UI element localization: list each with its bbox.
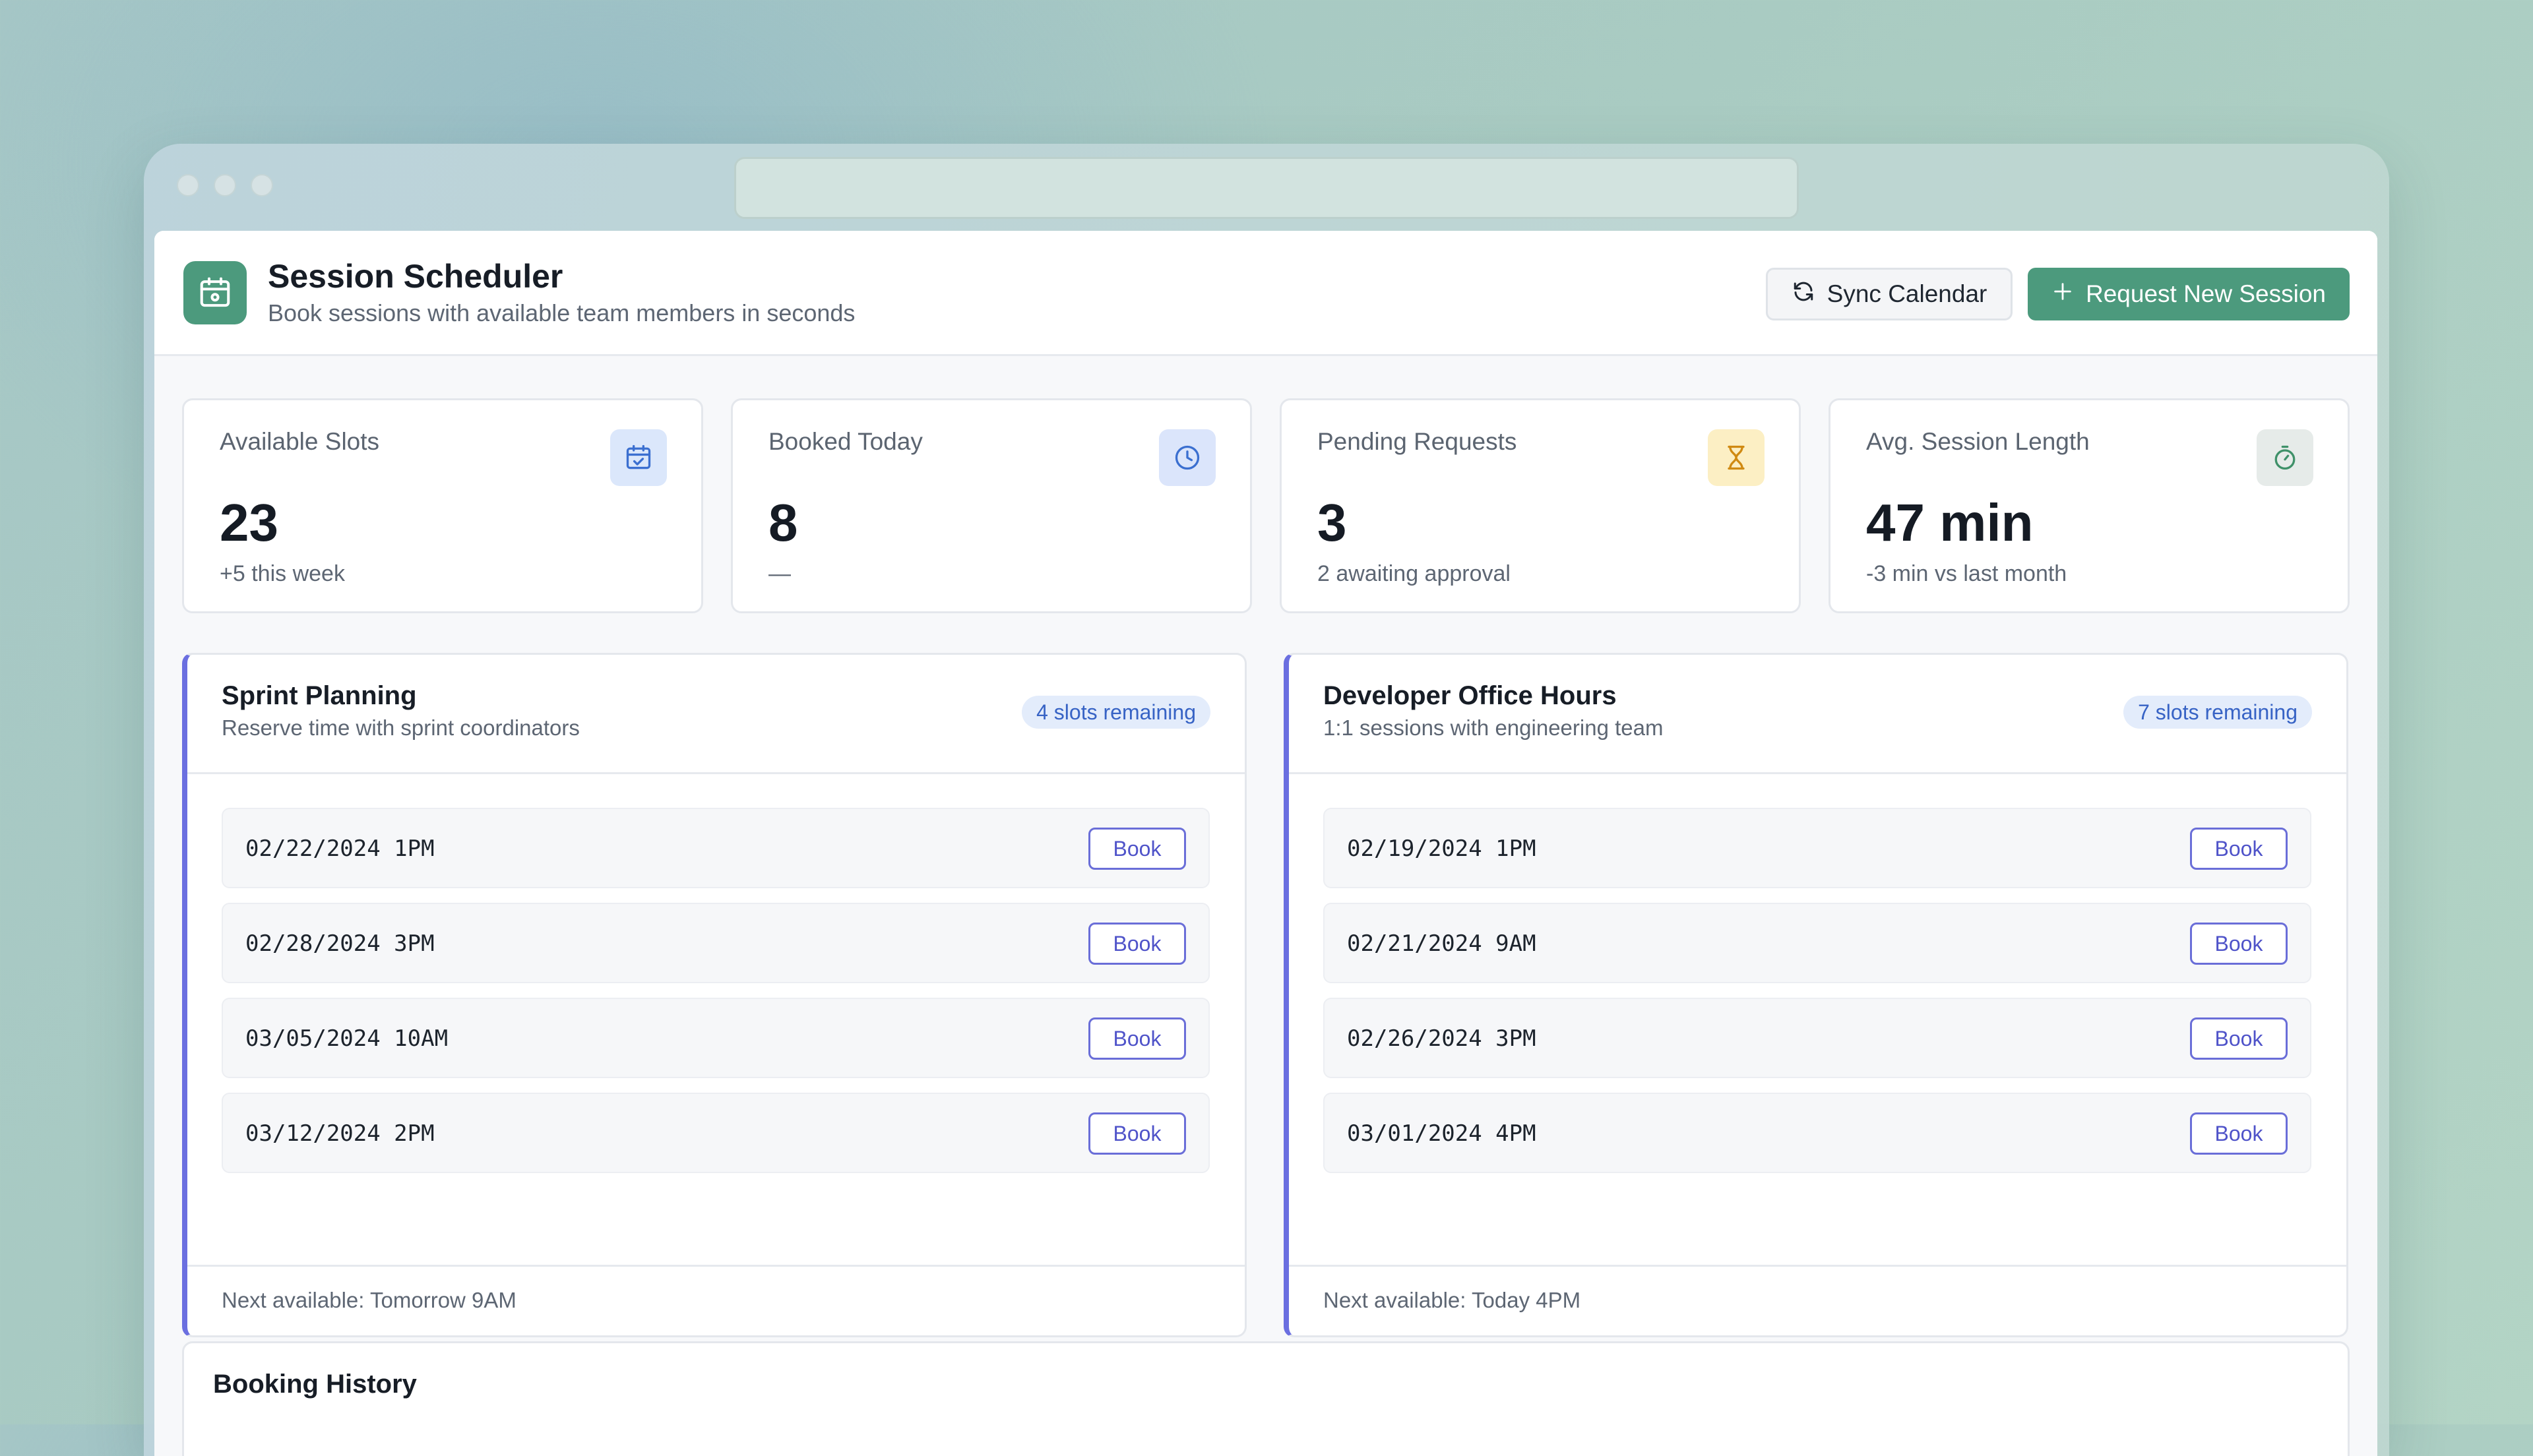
calendar-check-icon xyxy=(610,429,667,486)
stat-label: Pending Requests xyxy=(1317,428,1517,455)
session-card-sprint-planning: Sprint Planning Reserve time with sprint… xyxy=(182,653,1247,1337)
address-bar[interactable] xyxy=(734,157,1799,219)
slot-datetime: 03/12/2024 2PM xyxy=(245,1120,435,1147)
stat-subtext: 2 awaiting approval xyxy=(1317,561,1511,586)
session-card-footer: Next available: Tomorrow 9AM xyxy=(187,1265,1245,1335)
booking-history-title: Booking History xyxy=(213,1370,417,1399)
stat-subtext: -3 min vs last month xyxy=(1866,561,2067,586)
page-subtitle: Book sessions with available team member… xyxy=(268,299,856,326)
stat-subtext: +5 this week xyxy=(220,561,345,586)
plus-icon xyxy=(2051,280,2074,309)
sync-calendar-label: Sync Calendar xyxy=(1827,280,1987,307)
slot-datetime: 02/22/2024 1PM xyxy=(245,835,435,862)
page-title: Session Scheduler xyxy=(268,258,563,295)
slot-datetime: 03/05/2024 10AM xyxy=(245,1025,449,1052)
stat-card-booked-today: Booked Today 8 — xyxy=(731,398,1252,613)
stat-label: Available Slots xyxy=(220,428,380,455)
app-header: Session Scheduler Book sessions with ava… xyxy=(154,231,2377,356)
stat-value: 47 min xyxy=(1866,493,2034,552)
slot-datetime: 02/21/2024 9AM xyxy=(1347,930,1536,957)
session-title: Sprint Planning xyxy=(222,681,417,710)
session-description: 1:1 sessions with engineering team xyxy=(1323,715,1664,740)
stat-subtext: — xyxy=(768,561,791,586)
stat-card-available-slots: Available Slots 23 +5 this week xyxy=(182,398,703,613)
slot-row: 03/05/2024 10AM Book xyxy=(222,998,1210,1078)
book-button[interactable]: Book xyxy=(1088,1112,1186,1155)
book-button[interactable]: Book xyxy=(2190,1112,2288,1155)
stat-label: Booked Today xyxy=(768,428,923,455)
stopwatch-icon xyxy=(2257,429,2313,486)
app-container: Session Scheduler Book sessions with ava… xyxy=(154,231,2377,1456)
next-available-text: Next available: Tomorrow 9AM xyxy=(222,1288,516,1312)
stat-value: 3 xyxy=(1317,493,1347,552)
slot-datetime: 02/26/2024 3PM xyxy=(1347,1025,1536,1052)
slot-datetime: 02/28/2024 3PM xyxy=(245,930,435,957)
next-available-text: Next available: Today 4PM xyxy=(1323,1288,1581,1312)
book-button[interactable]: Book xyxy=(2190,923,2288,965)
book-button[interactable]: Book xyxy=(1088,1017,1186,1060)
session-title: Developer Office Hours xyxy=(1323,681,1617,710)
request-new-session-button[interactable]: Request New Session xyxy=(2028,268,2350,320)
book-button[interactable]: Book xyxy=(2190,1017,2288,1060)
book-button[interactable]: Book xyxy=(1088,923,1186,965)
sync-calendar-button[interactable]: Sync Calendar xyxy=(1766,268,2013,320)
booking-history-card: Booking History xyxy=(182,1341,2350,1456)
session-card-header: Developer Office Hours 1:1 sessions with… xyxy=(1289,655,2346,774)
hourglass-icon xyxy=(1708,429,1765,486)
session-card-header: Sprint Planning Reserve time with sprint… xyxy=(187,655,1245,774)
session-card-footer: Next available: Today 4PM xyxy=(1289,1265,2346,1335)
maximize-dot[interactable] xyxy=(251,174,273,197)
minimize-dot[interactable] xyxy=(214,174,236,197)
slot-row: 03/01/2024 4PM Book xyxy=(1323,1093,2311,1173)
slot-row: 02/21/2024 9AM Book xyxy=(1323,903,2311,983)
calendar-icon xyxy=(183,261,247,324)
book-button[interactable]: Book xyxy=(1088,828,1186,870)
slot-row: 03/12/2024 2PM Book xyxy=(222,1093,1210,1173)
clock-icon xyxy=(1159,429,1216,486)
stat-value: 8 xyxy=(768,493,798,552)
slot-datetime: 03/01/2024 4PM xyxy=(1347,1120,1536,1147)
session-description: Reserve time with sprint coordinators xyxy=(222,715,580,740)
slots-remaining-badge: 4 slots remaining xyxy=(1022,696,1210,729)
slot-datetime: 02/19/2024 1PM xyxy=(1347,835,1536,862)
book-button[interactable]: Book xyxy=(2190,828,2288,870)
close-dot[interactable] xyxy=(177,174,199,197)
stat-label: Avg. Session Length xyxy=(1866,428,2090,455)
slot-row: 02/22/2024 1PM Book xyxy=(222,808,1210,888)
session-card-developer-office-hours: Developer Office Hours 1:1 sessions with… xyxy=(1284,653,2348,1337)
stat-value: 23 xyxy=(220,493,278,552)
request-new-session-label: Request New Session xyxy=(2085,280,2327,307)
slot-row: 02/26/2024 3PM Book xyxy=(1323,998,2311,1078)
browser-window: Session Scheduler Book sessions with ava… xyxy=(144,144,2389,1456)
window-controls xyxy=(177,174,273,197)
slots-remaining-badge: 7 slots remaining xyxy=(2123,696,2312,729)
slot-row: 02/28/2024 3PM Book xyxy=(222,903,1210,983)
slot-row: 02/19/2024 1PM Book xyxy=(1323,808,2311,888)
stat-card-pending-requests: Pending Requests 3 2 awaiting approval xyxy=(1280,398,1801,613)
refresh-icon xyxy=(1792,280,1815,309)
stat-card-avg-session-length: Avg. Session Length 47 min -3 min vs las… xyxy=(1829,398,2350,613)
